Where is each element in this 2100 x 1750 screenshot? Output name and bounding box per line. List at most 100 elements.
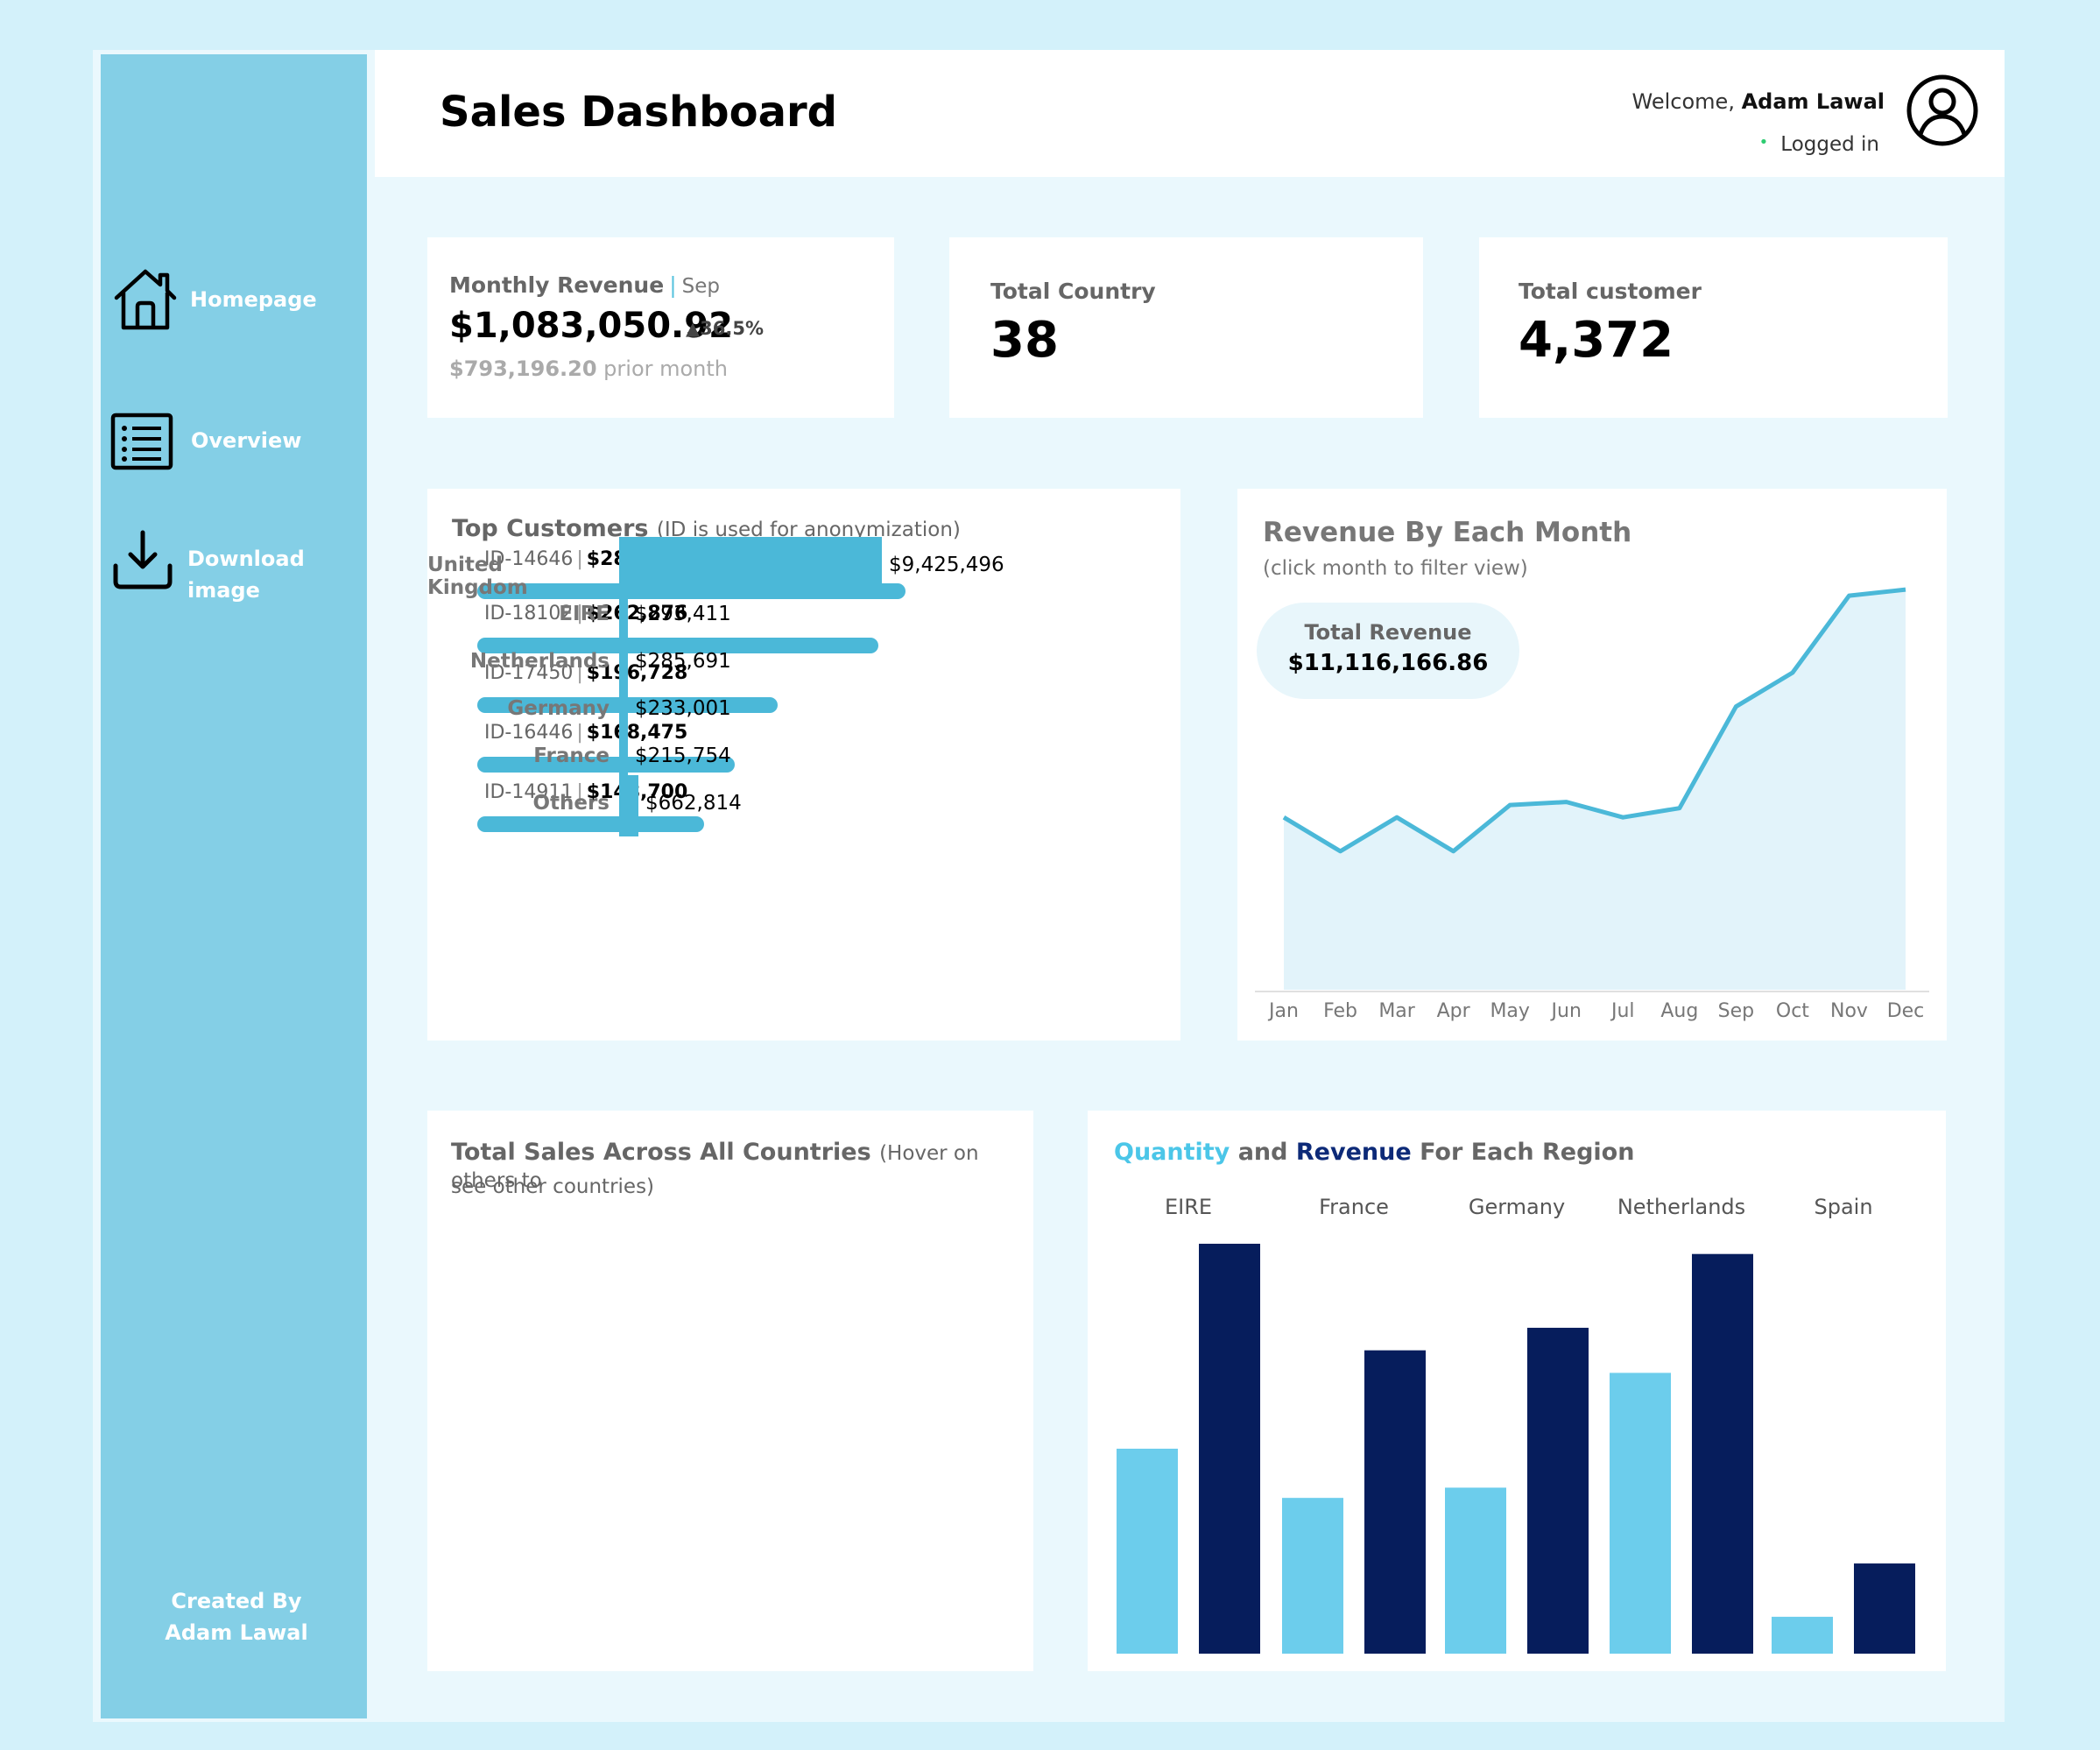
region-label: Germany xyxy=(1469,1195,1565,1219)
region-label: EIRE xyxy=(1165,1195,1212,1219)
credit-line: Created By xyxy=(171,1589,302,1613)
month-point[interactable] xyxy=(1328,839,1353,864)
month-tick-label[interactable]: Jun xyxy=(1550,1000,1582,1022)
kpi-value: 4,372 xyxy=(1519,312,1674,369)
country-row[interactable]: Others $662,814 xyxy=(427,775,1033,836)
month-point[interactable] xyxy=(1667,796,1692,821)
kpi-month: Sep xyxy=(681,275,720,298)
card-title: Revenue By Each Month xyxy=(1263,517,1632,548)
country-label: France xyxy=(533,744,610,767)
region-bar-chart: EIRE France Germany Netherlands Spain xyxy=(1117,1195,1915,1654)
quantity-bar[interactable] xyxy=(1772,1616,1833,1654)
card-title-text: Total Sales Across All Countries xyxy=(451,1139,871,1166)
month-tick-label[interactable]: Nov xyxy=(1830,1000,1868,1022)
region-label: France xyxy=(1319,1195,1389,1219)
user-name: Adam Lawal xyxy=(1741,89,1885,114)
credit-author: Adam Lawal xyxy=(165,1620,308,1645)
country-value: $9,425,496 xyxy=(889,554,1004,576)
month-point[interactable] xyxy=(1836,583,1861,608)
country-value: $233,001 xyxy=(635,697,731,720)
list-icon xyxy=(110,413,173,470)
revenue-bar[interactable] xyxy=(1364,1350,1426,1654)
title-quantity: Quantity xyxy=(1114,1139,1230,1166)
revenue-bar[interactable] xyxy=(1527,1327,1589,1654)
home-icon xyxy=(114,269,177,330)
sidebar-item-label: Download image xyxy=(187,547,305,603)
kpi-total-country: Total Country 38 xyxy=(949,237,1423,418)
month-tick-label[interactable]: Aug xyxy=(1660,1000,1698,1022)
sidebar-item-label: Homepage xyxy=(190,287,317,312)
total-revenue-badge: Total Revenue $11,116,166.86 xyxy=(1257,603,1519,699)
month-tick-label[interactable]: May xyxy=(1490,1000,1529,1022)
divider: | xyxy=(669,272,677,298)
month-tick-label[interactable]: Mar xyxy=(1378,1000,1415,1022)
kpi-label: Monthly Revenue | Sep xyxy=(449,272,720,298)
month-point[interactable] xyxy=(1441,839,1466,864)
country-value: $293,411 xyxy=(635,603,731,625)
login-status-text: Logged in xyxy=(1780,133,1879,156)
month-tick-label[interactable]: Jul xyxy=(1610,1000,1635,1022)
card-subtitle-cont: see other countries) xyxy=(451,1175,655,1198)
page-title: Sales Dashboard xyxy=(440,88,837,137)
status-dot-icon: • xyxy=(1758,133,1769,152)
revenue-by-month-card: Jan Feb Mar Apr May Jun Jul Aug Sep Oct Nov Dec Rev… xyxy=(1237,489,1947,1041)
login-status: • Logged in xyxy=(1759,133,1879,156)
country-sales-card: Total Sales Across All Countries (Hover … xyxy=(427,537,1033,1671)
month-point[interactable] xyxy=(1610,805,1635,829)
kpi-prior-value: $793,196.20 xyxy=(449,356,597,381)
sidebar-item-label: Overview xyxy=(191,428,302,453)
region-label: Netherlands xyxy=(1617,1195,1745,1219)
kpi-value: 38 xyxy=(990,312,1059,369)
card-subtitle: (click month to filter view) xyxy=(1263,557,1528,580)
sidebar-item-homepage[interactable]: Homepage xyxy=(111,265,317,333)
region-card: EIRE France Germany Netherlands Spain Quanti… xyxy=(1088,1111,1946,1671)
sidebar-item-overview[interactable]: Overview xyxy=(109,407,301,476)
month-point[interactable] xyxy=(1893,577,1918,602)
month-point[interactable] xyxy=(1554,790,1579,815)
kpi-label: Total Country xyxy=(990,279,1156,304)
country-label: EIRE xyxy=(559,603,610,625)
kpi-prior-label: prior month xyxy=(603,356,729,381)
welcome-prefix: Welcome, xyxy=(1631,89,1735,114)
country-label: Germany xyxy=(507,697,610,720)
country-bar xyxy=(619,775,638,836)
revenue-bar[interactable] xyxy=(1854,1563,1915,1654)
month-point[interactable] xyxy=(1723,695,1748,719)
month-tick-label[interactable]: Sep xyxy=(1718,1000,1754,1022)
month-point[interactable] xyxy=(1385,805,1409,829)
kpi-prior: $793,196.20 prior month xyxy=(449,356,728,381)
revenue-bar[interactable] xyxy=(1692,1253,1753,1654)
avatar-icon[interactable] xyxy=(1906,74,1979,147)
kpi-label-text: Monthly Revenue xyxy=(449,272,665,298)
kpi-change: ▲36.5% xyxy=(686,318,765,339)
total-revenue-label: Total Revenue xyxy=(1304,620,1472,645)
country-label: Others xyxy=(532,792,610,815)
month-point[interactable] xyxy=(1497,793,1522,817)
title-rest: For Each Region xyxy=(1420,1139,1635,1166)
sidebar-item-download-image[interactable]: Download image xyxy=(109,527,310,606)
month-tick-label[interactable]: Oct xyxy=(1776,1000,1809,1022)
quantity-bar[interactable] xyxy=(1610,1372,1671,1654)
month-point[interactable] xyxy=(1272,805,1296,829)
month-tick-label[interactable]: Jan xyxy=(1267,1000,1299,1022)
month-tick-label[interactable]: Feb xyxy=(1323,1000,1357,1022)
month-tick-label[interactable]: Dec xyxy=(1887,1000,1925,1022)
kpi-total-customer: Total customer 4,372 xyxy=(1479,237,1948,418)
card-title: Quantity and Revenue For Each Region xyxy=(1114,1139,1634,1166)
title-revenue: Revenue xyxy=(1295,1139,1412,1166)
quantity-bar[interactable] xyxy=(1282,1498,1343,1654)
country-value: $285,691 xyxy=(635,650,731,673)
kpi-monthly-revenue: Monthly Revenue | Sep $1,083,050.92 ▲36.5%… xyxy=(427,237,894,418)
revenue-bar[interactable] xyxy=(1199,1244,1260,1654)
credit: Created By Adam Lawal xyxy=(136,1585,337,1648)
total-revenue-value: $11,116,166.86 xyxy=(1287,650,1489,676)
month-tick-label[interactable]: Apr xyxy=(1437,1000,1471,1022)
region-label: Spain xyxy=(1814,1195,1872,1219)
month-point[interactable] xyxy=(1780,660,1805,685)
country-value: $662,814 xyxy=(645,792,742,815)
country-value: $215,754 xyxy=(635,744,731,767)
quantity-bar[interactable] xyxy=(1117,1449,1178,1654)
download-icon xyxy=(113,530,173,589)
welcome-text: Welcome, Adam Lawal xyxy=(1632,89,1885,114)
quantity-bar[interactable] xyxy=(1445,1487,1506,1654)
